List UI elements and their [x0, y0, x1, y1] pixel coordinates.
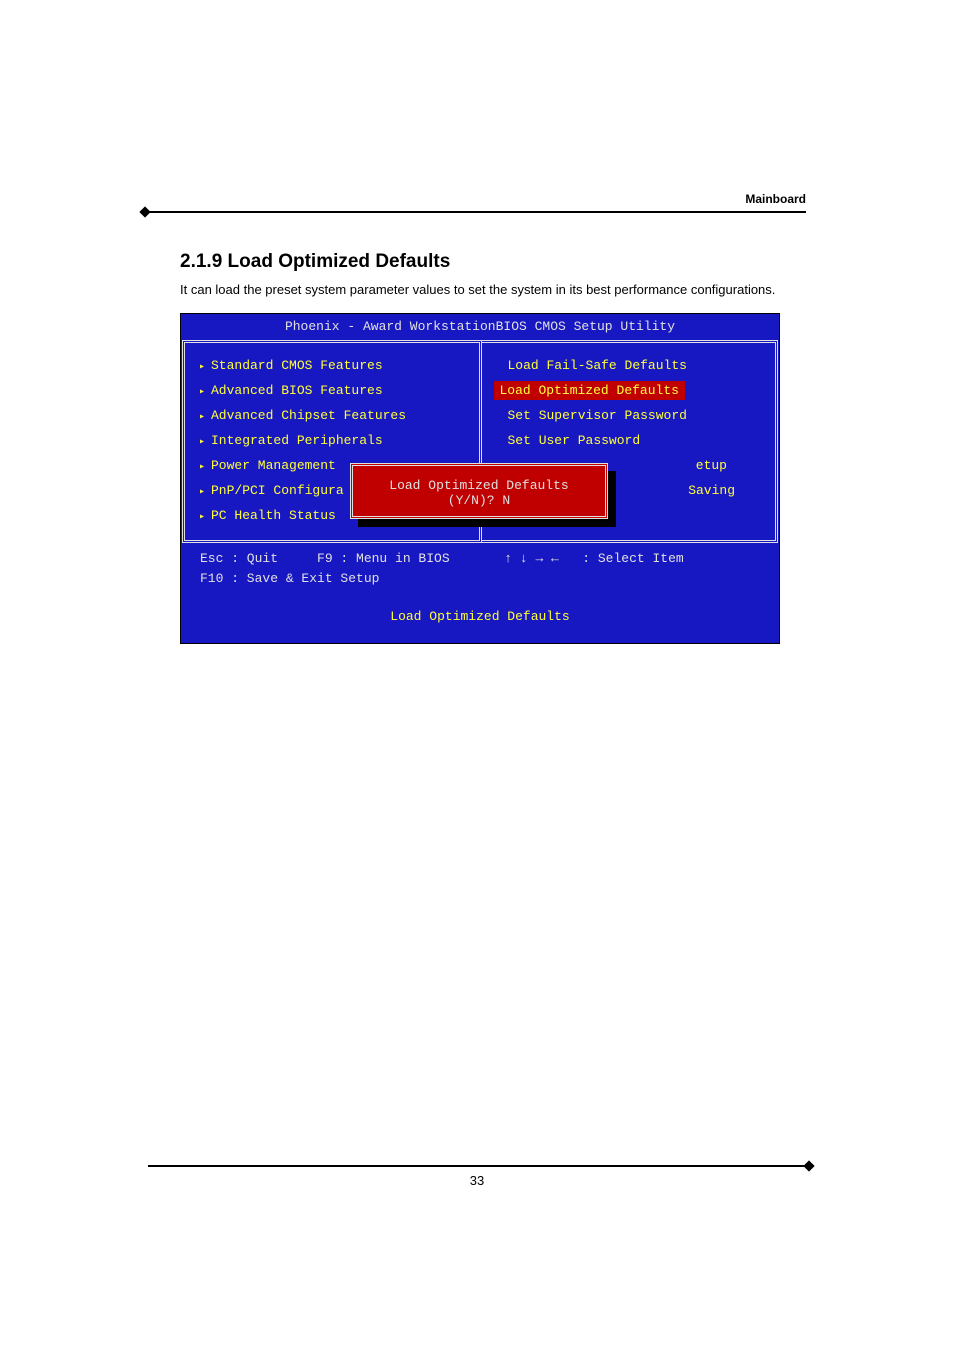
- help-line-2: F10 : Save & Exit Setup: [200, 571, 379, 586]
- bios-menu-item[interactable]: Standard CMOS Features: [197, 353, 471, 378]
- triangle-icon: [199, 358, 211, 373]
- section-heading: 2.1.9 Load Optimized Defaults: [180, 251, 806, 273]
- menu-label: Set Supervisor Password: [508, 408, 687, 423]
- bios-menu-item[interactable]: Set Supervisor Password: [494, 403, 768, 428]
- menu-label: Saving: [688, 483, 735, 498]
- bios-menu-item-selected[interactable]: Load Optimized Defaults: [494, 381, 685, 400]
- menu-label: Load Optimized Defaults: [500, 383, 679, 398]
- bios-menu-item[interactable]: Advanced Chipset Features: [197, 403, 471, 428]
- page-number: 33: [148, 1173, 806, 1188]
- triangle-icon: [199, 458, 211, 473]
- bios-menu-item[interactable]: Advanced BIOS Features: [197, 378, 471, 403]
- bios-screenshot: Phoenix - Award WorkstationBIOS CMOS Set…: [180, 313, 780, 644]
- bios-menu-item[interactable]: Load Fail-Safe Defaults: [494, 353, 768, 378]
- triangle-icon: [199, 433, 211, 448]
- section-body-text: It can load the preset system parameter …: [180, 281, 806, 299]
- bios-menu-item[interactable]: Set User Password: [494, 428, 768, 453]
- help-line-1: Esc : Quit F9 : Menu in BIOS ↑ ↓ → ← : S…: [200, 551, 684, 566]
- bios-menu-item[interactable]: Integrated Peripherals: [197, 428, 471, 453]
- bios-footer-text: Load Optimized Defaults: [182, 593, 778, 642]
- triangle-icon: [199, 508, 211, 523]
- menu-label: Power Management: [211, 458, 336, 473]
- menu-label: PnP/PCI Configura: [211, 483, 344, 498]
- bios-main-area: Standard CMOS Features Advanced BIOS Fea…: [182, 340, 778, 543]
- page-header-label: Mainboard: [148, 192, 806, 206]
- menu-label: Standard CMOS Features: [211, 358, 383, 373]
- menu-label: etup: [696, 458, 727, 473]
- popup-text: Load Optimized Defaults (Y/N)? N: [389, 478, 568, 508]
- bios-help-bar: Esc : Quit F9 : Menu in BIOS ↑ ↓ → ← : S…: [182, 543, 778, 593]
- confirm-popup[interactable]: Load Optimized Defaults (Y/N)? N: [350, 463, 608, 519]
- bios-title: Phoenix - Award WorkstationBIOS CMOS Set…: [182, 315, 778, 340]
- menu-label: Load Fail-Safe Defaults: [508, 358, 687, 373]
- footer-rule: [148, 1165, 806, 1167]
- diamond-icon: [803, 1160, 814, 1171]
- menu-label: Integrated Peripherals: [211, 433, 383, 448]
- menu-label: PC Health Status: [211, 508, 336, 523]
- menu-label: Advanced BIOS Features: [211, 383, 383, 398]
- triangle-icon: [199, 483, 211, 498]
- menu-label: Set User Password: [508, 433, 641, 448]
- diamond-icon: [139, 206, 150, 217]
- menu-label: Advanced Chipset Features: [211, 408, 406, 423]
- header-rule: [148, 211, 806, 213]
- triangle-icon: [199, 408, 211, 423]
- triangle-icon: [199, 383, 211, 398]
